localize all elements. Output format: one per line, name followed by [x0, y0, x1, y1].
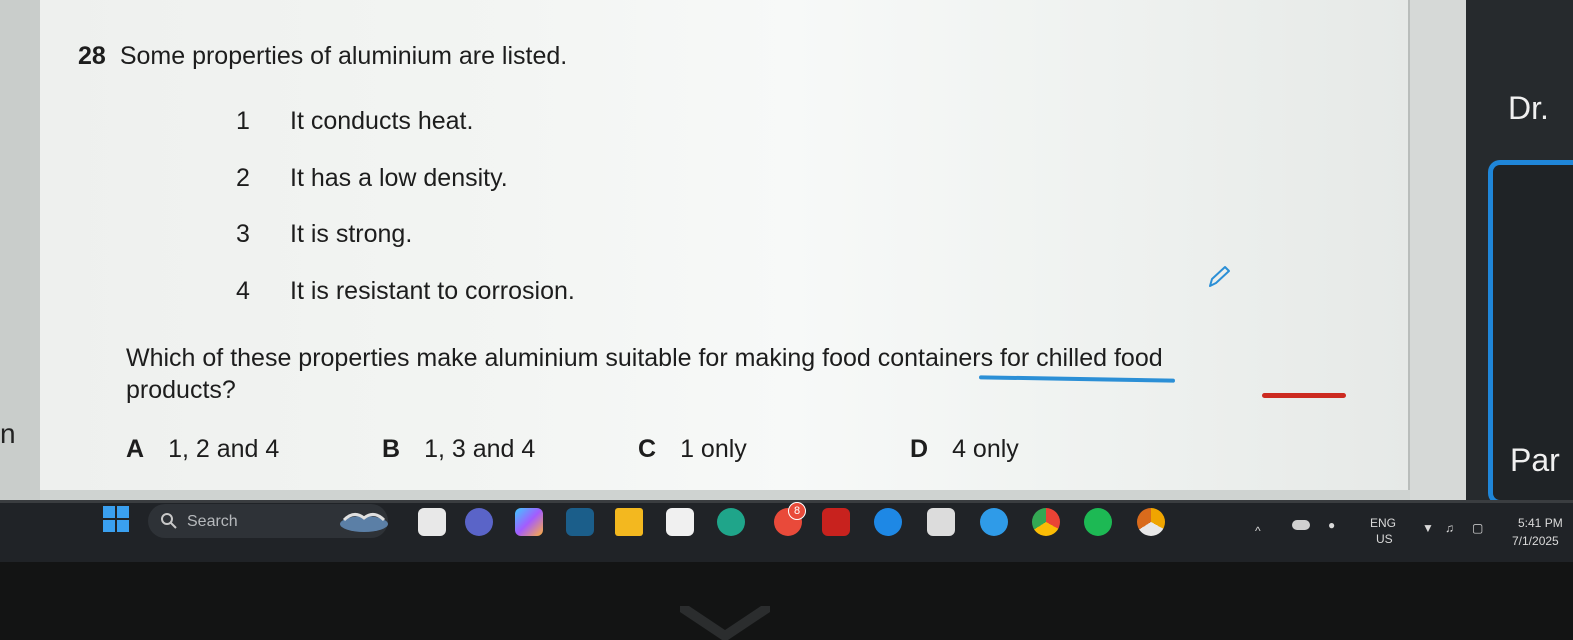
battery-icon[interactable]: ▢ [1472, 521, 1483, 535]
property-item: 2 It has a low density. [236, 164, 508, 193]
property-item: 1 It conducts heat. [236, 107, 473, 136]
question-stem-line1: Which of these properties make aluminium… [126, 344, 1163, 372]
region-label[interactable]: US [1376, 532, 1393, 546]
property-text: It is resistant to corrosion. [290, 277, 575, 305]
side-window-bottom-text: Par [1510, 442, 1560, 478]
property-item: 4 It is resistant to corrosion. [236, 277, 575, 306]
option-a[interactable]: A 1, 2 and 4 [126, 435, 279, 464]
onedrive-icon[interactable] [1292, 520, 1310, 530]
language-label[interactable]: ENG [1370, 516, 1396, 530]
property-number: 3 [236, 220, 250, 248]
property-number: 1 [236, 107, 250, 135]
property-number: 4 [236, 277, 250, 305]
question-title: 28 Some properties of aluminium are liste… [78, 42, 567, 71]
option-d[interactable]: D 4 only [910, 435, 1019, 464]
show-hidden-icons-chevron[interactable]: ^ [1255, 524, 1261, 538]
option-text: 1, 2 and 4 [168, 435, 280, 463]
monitor-bezel [0, 562, 1573, 640]
question-stem: Which of these properties make aluminium… [126, 342, 1386, 406]
volume-icon[interactable]: ♫ [1445, 521, 1454, 535]
clock-date[interactable]: 7/1/2025 [1512, 534, 1559, 548]
option-c[interactable]: C 1 only [638, 435, 747, 464]
option-text: 4 only [952, 435, 1019, 463]
store-icon[interactable] [666, 508, 694, 536]
option-text: 1 only [680, 435, 747, 463]
option-letter: A [126, 435, 145, 463]
file-explorer-icon[interactable] [418, 508, 446, 536]
earth-icon[interactable] [980, 508, 1008, 536]
microphone-icon[interactable]: ● [1328, 518, 1335, 532]
mcafee-icon[interactable] [822, 508, 850, 536]
option-b[interactable]: B 1, 3 and 4 [382, 435, 535, 464]
wifi-icon[interactable]: ▼ [1422, 521, 1434, 535]
search-icon [161, 513, 177, 529]
copilot-icon[interactable] [515, 508, 543, 536]
chrome-canary-icon[interactable] [1137, 508, 1165, 536]
notepad-icon[interactable] [927, 508, 955, 536]
question-stem-line2: products? [126, 376, 236, 404]
pencil-annotation-icon[interactable] [1206, 264, 1232, 290]
option-letter: D [910, 435, 929, 463]
teams-icon[interactable] [465, 508, 493, 536]
option-text: 1, 3 and 4 [424, 435, 536, 463]
left-edge-text: n [0, 418, 16, 449]
windows-start-icon[interactable] [102, 505, 130, 533]
search-label: Search [187, 513, 238, 530]
edge-icon[interactable] [717, 508, 745, 536]
option-letter: C [638, 435, 657, 463]
question-title-text: Some properties of aluminium are listed. [119, 42, 568, 70]
chrome-icon[interactable] [1032, 508, 1060, 536]
question-number: 28 [78, 42, 106, 70]
photos-icon[interactable] [566, 508, 594, 536]
property-text: It is strong. [290, 220, 413, 248]
side-window-top-text: Dr. [1508, 90, 1549, 126]
spotify-icon[interactable] [1084, 508, 1112, 536]
property-item: 3 It is strong. [236, 220, 412, 249]
exam-question-page: 28 Some properties of aluminium are liste… [40, 0, 1410, 490]
property-text: It conducts heat. [290, 107, 474, 135]
social-icon[interactable]: 8 [774, 502, 806, 536]
browser-icon[interactable] [874, 508, 902, 536]
folder-icon[interactable] [615, 508, 643, 536]
monitor-logo-chevron [680, 606, 770, 640]
notification-badge: 8 [788, 502, 806, 520]
property-number: 2 [236, 164, 250, 192]
clock-time[interactable]: 5:41 PM [1518, 516, 1563, 530]
option-letter: B [382, 435, 401, 463]
red-underline-annotation [1262, 393, 1346, 398]
widgets-icon[interactable] [338, 508, 390, 536]
property-text: It has a low density. [290, 164, 508, 192]
